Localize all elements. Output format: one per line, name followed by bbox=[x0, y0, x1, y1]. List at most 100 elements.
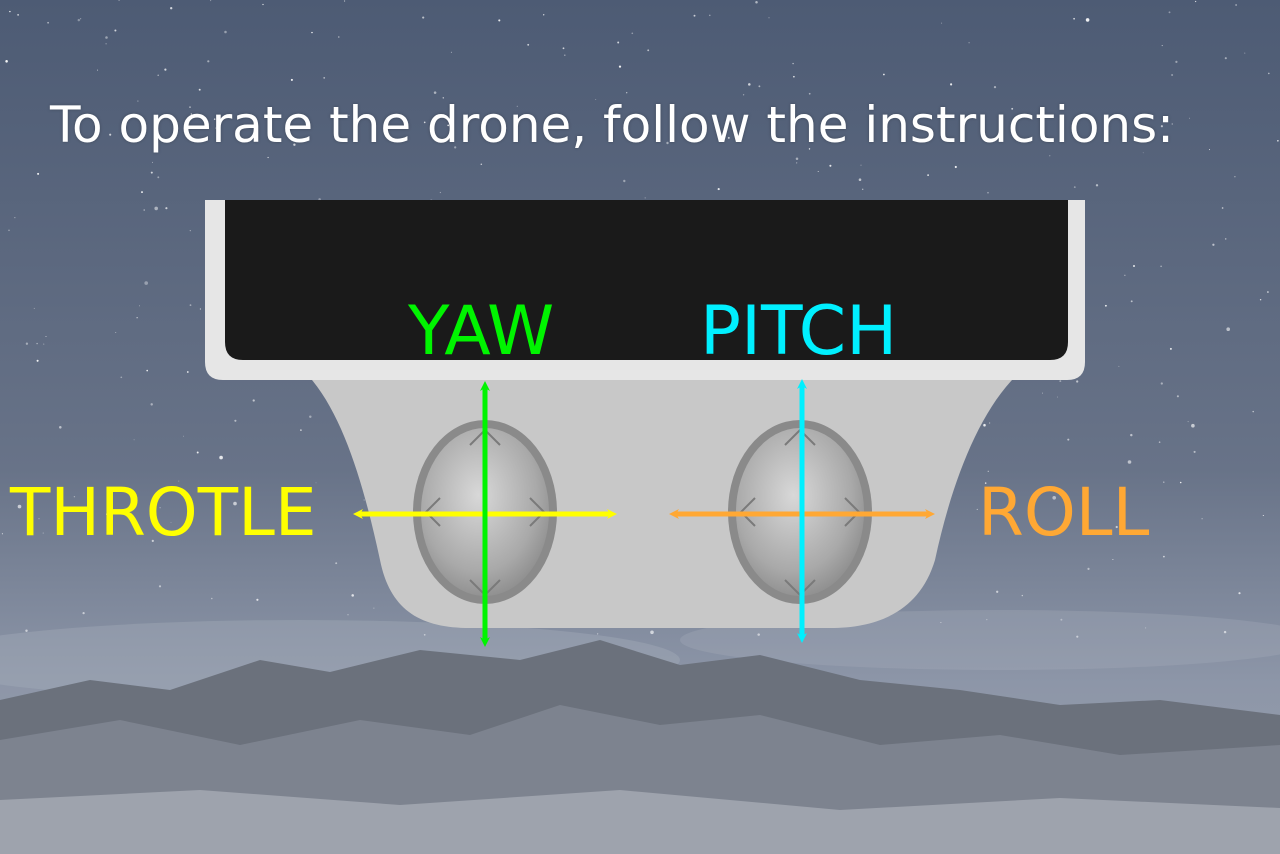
roll-label: ROLL bbox=[978, 474, 1150, 551]
star bbox=[631, 32, 634, 35]
star bbox=[618, 65, 622, 68]
star bbox=[1085, 18, 1090, 22]
star bbox=[883, 73, 885, 76]
controller-screen bbox=[225, 200, 1068, 360]
star bbox=[1212, 243, 1215, 246]
star bbox=[1087, 567, 1090, 570]
star bbox=[133, 439, 135, 441]
star bbox=[186, 371, 189, 373]
star bbox=[968, 42, 970, 44]
star bbox=[795, 157, 799, 160]
star bbox=[1130, 300, 1133, 303]
star bbox=[105, 36, 108, 39]
star bbox=[527, 43, 530, 46]
star bbox=[1130, 433, 1133, 437]
star bbox=[480, 163, 483, 165]
star bbox=[189, 229, 191, 232]
star bbox=[143, 209, 145, 211]
star bbox=[1127, 460, 1132, 464]
star bbox=[196, 451, 199, 454]
star bbox=[146, 369, 148, 372]
star bbox=[189, 304, 192, 306]
star bbox=[983, 423, 986, 427]
star bbox=[1187, 421, 1189, 423]
star bbox=[1161, 45, 1163, 47]
tutorial-screen: To operate the drone, follow the instruc… bbox=[0, 0, 1280, 854]
star bbox=[1171, 73, 1174, 77]
star bbox=[1244, 52, 1246, 54]
star bbox=[157, 74, 159, 77]
star bbox=[1095, 184, 1099, 187]
star bbox=[861, 188, 864, 191]
star bbox=[363, 499, 365, 501]
throttle-label: THROTLE bbox=[10, 474, 317, 551]
star bbox=[347, 614, 349, 616]
star bbox=[927, 174, 929, 176]
star bbox=[47, 21, 49, 24]
star bbox=[1049, 155, 1051, 157]
star bbox=[748, 83, 751, 86]
star bbox=[5, 60, 8, 63]
star bbox=[252, 399, 255, 402]
star bbox=[165, 207, 168, 210]
star bbox=[755, 0, 758, 4]
star bbox=[1076, 380, 1079, 383]
star bbox=[45, 336, 47, 337]
star bbox=[498, 19, 501, 22]
star bbox=[82, 611, 85, 615]
star bbox=[154, 206, 158, 211]
star bbox=[1175, 60, 1178, 64]
star bbox=[14, 217, 16, 219]
star bbox=[989, 422, 991, 424]
star bbox=[1221, 207, 1224, 209]
star bbox=[115, 332, 117, 333]
star bbox=[338, 36, 340, 38]
star bbox=[158, 585, 162, 588]
star bbox=[1021, 594, 1023, 597]
star bbox=[309, 415, 312, 419]
star bbox=[1073, 17, 1075, 20]
star bbox=[1224, 238, 1227, 240]
star bbox=[1268, 72, 1270, 75]
star bbox=[564, 54, 566, 56]
star bbox=[141, 191, 143, 194]
star bbox=[717, 188, 720, 191]
instructions-text: To operate the drone, follow the instruc… bbox=[50, 96, 1174, 154]
star bbox=[25, 629, 28, 632]
star bbox=[941, 22, 943, 24]
star bbox=[198, 88, 201, 91]
star bbox=[211, 597, 213, 600]
star bbox=[1067, 438, 1070, 441]
star bbox=[311, 31, 313, 34]
star bbox=[768, 17, 770, 19]
star bbox=[1163, 481, 1165, 483]
star bbox=[114, 29, 117, 32]
star bbox=[290, 78, 293, 81]
star bbox=[1118, 365, 1120, 367]
star bbox=[105, 43, 107, 45]
star bbox=[650, 630, 654, 635]
star bbox=[1262, 514, 1264, 517]
star bbox=[1158, 441, 1161, 443]
star bbox=[987, 191, 989, 194]
star bbox=[210, 0, 212, 2]
star bbox=[626, 92, 628, 94]
star bbox=[17, 13, 20, 16]
star bbox=[562, 47, 565, 50]
star bbox=[1073, 186, 1076, 188]
star bbox=[300, 429, 302, 431]
star bbox=[1208, 149, 1211, 151]
yaw-label: YAW bbox=[408, 292, 555, 371]
star bbox=[1201, 518, 1203, 520]
pitch-label: PITCH bbox=[700, 292, 898, 371]
star bbox=[817, 171, 819, 172]
star bbox=[150, 403, 153, 406]
star bbox=[323, 77, 326, 79]
star bbox=[9, 10, 11, 13]
star bbox=[1234, 176, 1236, 178]
star bbox=[422, 16, 425, 19]
star bbox=[1179, 481, 1182, 484]
star bbox=[1252, 410, 1254, 413]
star bbox=[25, 342, 29, 345]
star bbox=[97, 69, 99, 71]
